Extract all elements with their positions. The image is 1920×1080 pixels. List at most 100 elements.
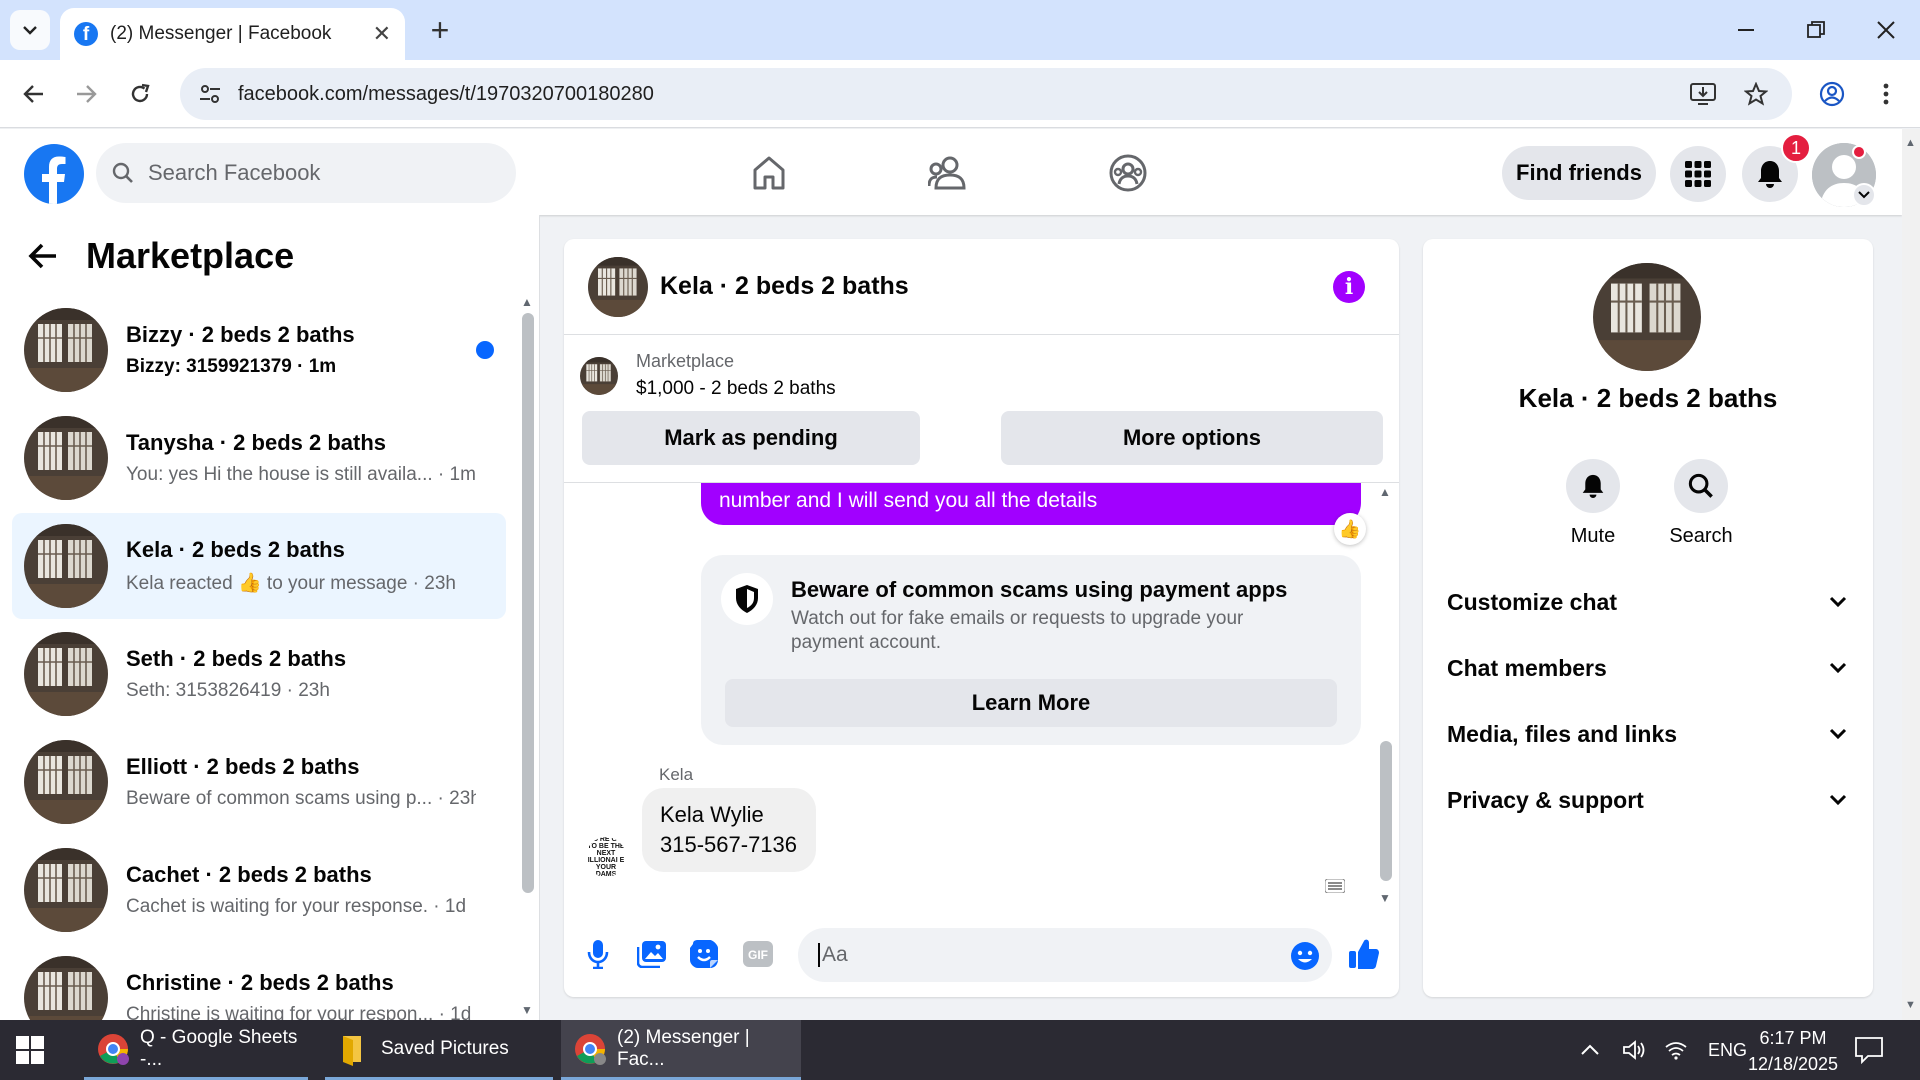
bookmark-star-icon[interactable] bbox=[1744, 82, 1768, 106]
menu-button[interactable] bbox=[1670, 146, 1726, 202]
seen-receipt-icon bbox=[1324, 878, 1346, 894]
minimize-button[interactable] bbox=[1716, 8, 1776, 52]
incoming-message[interactable]: Kela Wylie 315-567-7136 bbox=[642, 788, 816, 872]
forward-button[interactable] bbox=[66, 74, 106, 114]
search-action[interactable]: Search bbox=[1656, 459, 1746, 548]
chevron-down-icon bbox=[1829, 662, 1847, 674]
conversation-item[interactable]: Cachet · 2 beds 2 baths Cachet is waitin… bbox=[12, 837, 506, 943]
mute-label: Mute bbox=[1570, 525, 1616, 547]
address-bar[interactable]: facebook.com/messages/t/1970320700180280 bbox=[180, 68, 1792, 120]
scroll-down-arrow[interactable]: ▼ bbox=[1905, 999, 1916, 1011]
sidebar-scrollbar[interactable] bbox=[522, 313, 534, 893]
sidebar-header: Marketplace bbox=[28, 235, 294, 277]
message-composer: GIF Aa bbox=[564, 908, 1399, 997]
volume-icon[interactable] bbox=[1622, 1039, 1646, 1061]
section-label: Media, files and links bbox=[1447, 720, 1678, 747]
outgoing-message[interactable]: number and I will send you all the detai… bbox=[701, 483, 1361, 525]
sidebar-title: Marketplace bbox=[86, 235, 295, 276]
nav-home[interactable] bbox=[747, 151, 791, 195]
bell-icon bbox=[1758, 161, 1782, 188]
back-button[interactable] bbox=[14, 74, 54, 114]
message-input[interactable]: Aa bbox=[798, 928, 1332, 982]
profile-button[interactable] bbox=[1812, 74, 1852, 114]
voice-clip-button[interactable] bbox=[582, 938, 614, 970]
close-tab-icon[interactable]: ✕ bbox=[373, 21, 391, 47]
mute-action[interactable]: Mute bbox=[1548, 459, 1638, 548]
browser-tab[interactable]: f (2) Messenger | Facebook ✕ bbox=[60, 8, 405, 60]
url-text[interactable]: facebook.com/messages/t/1970320700180280 bbox=[238, 83, 654, 106]
svg-text:GIF: GIF bbox=[748, 948, 768, 962]
nav-friends[interactable] bbox=[926, 151, 970, 195]
scam-title: Beware of common scams using payment app… bbox=[791, 577, 1288, 602]
conversation-item[interactable]: Elliott · 2 beds 2 baths Beware of commo… bbox=[12, 729, 506, 835]
chat-members-row[interactable]: Chat members bbox=[1447, 648, 1847, 688]
home-icon bbox=[753, 156, 785, 190]
scroll-down-arrow[interactable]: ▼ bbox=[521, 1003, 535, 1017]
taskbar-item-google-sheets[interactable]: Q - Google Sheets -... bbox=[84, 1020, 308, 1080]
attach-photo-button[interactable] bbox=[636, 938, 668, 970]
taskbar-item-messenger[interactable]: (2) Messenger | Fac... bbox=[561, 1020, 801, 1080]
privacy-support-row[interactable]: Privacy & support bbox=[1447, 780, 1847, 820]
media-files-links-row[interactable]: Media, files and links bbox=[1447, 714, 1847, 754]
conversation-name: Kela · 2 beds 2 baths bbox=[126, 537, 345, 562]
listing-thumbnail bbox=[580, 357, 618, 395]
gif-button[interactable]: GIF bbox=[742, 938, 774, 970]
scam-body: Watch out for fake emails or requests to… bbox=[791, 608, 1244, 653]
conversation-item[interactable]: Seth · 2 beds 2 baths Seth: 3153826419 ·… bbox=[12, 621, 506, 727]
restore-button[interactable] bbox=[1786, 8, 1846, 52]
more-options-button[interactable]: More options bbox=[1001, 411, 1383, 465]
facebook-search-input[interactable]: Search Facebook bbox=[96, 143, 516, 203]
chat-scrollbar[interactable] bbox=[1380, 741, 1392, 881]
customize-chat-row[interactable]: Customize chat bbox=[1447, 582, 1847, 622]
conversation-item-active[interactable]: Kela · 2 beds 2 baths Kela reacted 👍 to … bbox=[12, 513, 506, 619]
new-tab-button[interactable]: + bbox=[422, 12, 458, 48]
restore-icon bbox=[1807, 21, 1825, 38]
close-window-button[interactable] bbox=[1856, 8, 1916, 52]
info-icon[interactable]: i bbox=[1333, 271, 1365, 303]
search-placeholder: Search Facebook bbox=[148, 160, 321, 185]
sticker-button[interactable] bbox=[688, 938, 720, 970]
chevron-up-icon[interactable] bbox=[1580, 1044, 1600, 1056]
notification-center-icon bbox=[1855, 1037, 1883, 1065]
marketplace-label: Marketplace bbox=[636, 351, 735, 371]
site-settings-icon[interactable] bbox=[198, 82, 222, 106]
taskbar-clock[interactable]: 6:17 PM 12/18/2025 bbox=[1738, 1025, 1848, 1077]
contact-avatar[interactable] bbox=[1593, 263, 1701, 371]
browser-menu-button[interactable] bbox=[1866, 74, 1906, 114]
back-arrow-icon[interactable] bbox=[28, 242, 58, 270]
chat-avatar[interactable] bbox=[588, 256, 648, 317]
install-app-icon[interactable] bbox=[1690, 82, 1716, 106]
network-icon[interactable] bbox=[1664, 1040, 1688, 1060]
facebook-logo-icon[interactable] bbox=[24, 144, 84, 204]
account-menu-chevron[interactable] bbox=[1852, 183, 1876, 207]
learn-more-button[interactable]: Learn More bbox=[725, 679, 1337, 727]
notification-center-button[interactable] bbox=[1854, 1036, 1884, 1069]
conversation-item[interactable]: Tanysha · 2 beds 2 baths You: yes Hi the… bbox=[12, 405, 506, 511]
tab-search-dropdown[interactable] bbox=[10, 10, 50, 50]
scroll-down-arrow[interactable]: ▼ bbox=[1379, 891, 1391, 905]
start-button[interactable] bbox=[16, 1036, 44, 1064]
marketplace-listing[interactable]: Marketplace $1,000 - 2 beds 2 baths bbox=[580, 351, 836, 400]
chat-title[interactable]: Kela · 2 beds 2 baths bbox=[660, 272, 909, 301]
browser-tab-bar: f (2) Messenger | Facebook ✕ + bbox=[0, 0, 1920, 60]
scroll-up-arrow[interactable]: ▲ bbox=[521, 295, 535, 309]
microphone-icon bbox=[587, 940, 609, 969]
conversation-item[interactable]: Christine · 2 beds 2 baths Christine is … bbox=[12, 945, 506, 1020]
reaction-thumbs-up-icon[interactable]: 👍 bbox=[1334, 513, 1366, 545]
emoji-button[interactable] bbox=[1290, 941, 1320, 977]
conversation-item[interactable]: Bizzy · 2 beds 2 baths Bizzy: 3159921379… bbox=[12, 297, 506, 403]
mark-pending-button[interactable]: Mark as pending bbox=[582, 411, 920, 465]
sender-avatar[interactable]: OU'RE GOI TO BE THE NEXT ILLIONAI E YOUR… bbox=[586, 837, 626, 877]
conversation-avatar bbox=[24, 416, 108, 500]
nav-groups[interactable] bbox=[1106, 151, 1150, 195]
page-scrollbar[interactable]: ▲ ▼ bbox=[1902, 129, 1920, 1020]
account-circle-icon bbox=[1819, 81, 1845, 107]
unread-indicator bbox=[476, 341, 494, 359]
send-like-button[interactable] bbox=[1348, 938, 1380, 970]
taskbar-item-saved-pictures[interactable]: Saved Pictures bbox=[325, 1020, 553, 1080]
reload-button[interactable] bbox=[120, 74, 160, 114]
scroll-up-arrow[interactable]: ▲ bbox=[1379, 485, 1391, 499]
scroll-up-arrow[interactable]: ▲ bbox=[1905, 137, 1916, 149]
tab-title: (2) Messenger | Facebook bbox=[110, 23, 332, 44]
find-friends-button[interactable]: Find friends bbox=[1502, 146, 1656, 200]
